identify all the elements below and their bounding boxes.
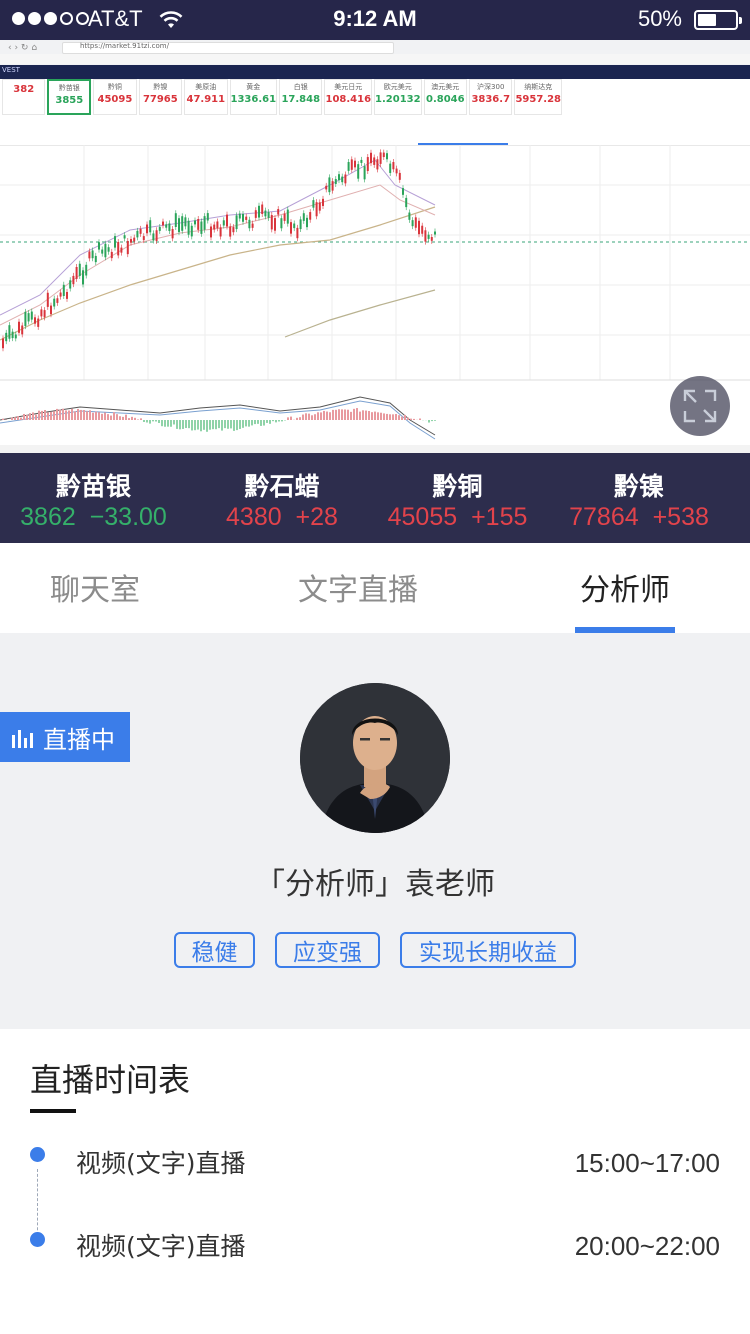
mini-quote-value: 3836.7 — [471, 94, 511, 105]
live-badge: 直播中 — [0, 712, 130, 762]
browser-url: https://market.91tzi.com/ — [80, 42, 169, 50]
tag-adaptable: 应变强 — [275, 932, 380, 968]
battery-percent: 50% — [637, 6, 682, 31]
mini-quote-name: 黄金 — [246, 83, 261, 91]
tab-chatroom[interactable]: 聊天室 — [45, 565, 145, 609]
browser-toolbar: ‹ › ↻ ⌂ https://market.91tzi.com/ — [0, 40, 750, 66]
ticker-price-line: 4380 +28 — [226, 503, 338, 531]
candlestick-chart — [0, 145, 750, 453]
schedule-row-label: 视频(文字)直播 — [76, 1149, 246, 1178]
timeline-connector — [37, 1169, 38, 1240]
mini-quote: 黔苗银 3855 — [47, 79, 92, 115]
broadcast-schedule: 直播时间表 视频(文字)直播 15:00~17:00 视频(文字)直播 20:0… — [0, 1029, 750, 1334]
schedule-title: 直播时间表 — [30, 1061, 191, 1099]
ticker-name: 黔苗银 — [55, 472, 131, 501]
mini-quote-value: 17.848 — [281, 94, 321, 105]
bar-chart-icon — [12, 730, 33, 748]
mini-quote-strip: 382 黔苗银 3855 黔铜 45095 黔镍 77965 美原油 47.911 黄金 1336.… — [0, 79, 562, 119]
mini-quote-value: 77965 — [142, 94, 178, 105]
mini-quote-name: 欧元美元 — [383, 83, 412, 91]
mini-quote-name: 白银 — [293, 83, 308, 91]
mini-quote-value: 45095 — [97, 94, 133, 105]
title-underline — [30, 1109, 76, 1113]
ticker-item[interactable]: 黔石蜡 4380 +28 — [187, 453, 377, 543]
tab-analyst[interactable]: 分析师 — [575, 565, 675, 609]
live-video-stream[interactable]: ‹ › ↻ ⌂ https://market.91tzi.com/ VEST 3… — [0, 40, 750, 453]
tag-stable: 稳健 — [174, 932, 255, 968]
mini-quote-name: 黔铜 — [107, 83, 122, 91]
schedule-row-time: 20:00~22:00 — [574, 1231, 720, 1261]
ticker-price-line: 77864 +538 — [569, 503, 709, 531]
mini-quote: 美元日元 108.416 — [324, 79, 373, 115]
status-bar: AT&T 9:12 AM 50% — [0, 0, 750, 40]
tab-bar: 聊天室 文字直播 分析师 — [0, 543, 750, 633]
price-ticker: 黔苗银 3862 −33.00 黔石蜡 4380 +28 黔铜 45055 +1… — [0, 453, 750, 543]
mini-quote-value: 108.416 — [325, 94, 372, 105]
mini-quote-name: 美原油 — [195, 83, 217, 91]
ticker-item[interactable]: 黔铜 45055 +155 — [365, 453, 550, 543]
mini-quote-name: 纳斯达克 — [524, 83, 553, 91]
mini-quote: 白银 17.848 — [279, 79, 323, 115]
avatar-photo — [300, 683, 450, 833]
fullscreen-button[interactable] — [670, 376, 730, 436]
analyst-profile: 直播中 「分析师」袁老师 稳健 应变强 实现长期收益 — [0, 633, 750, 1029]
mini-quote-name: 黔苗银 — [58, 84, 80, 92]
mini-quote-value: 382 — [13, 84, 35, 95]
ticker-price-line: 45055 +155 — [387, 503, 528, 531]
tag-long-term-returns: 实现长期收益 — [400, 932, 576, 968]
battery-icon — [694, 10, 742, 30]
analyst-avatar[interactable] — [300, 683, 450, 833]
ticker-item[interactable]: 黔镍 77864 +538 — [548, 453, 730, 543]
ticker-price-line: 3862 −33.00 — [20, 503, 167, 531]
mini-quote: 黄金 1336.61 — [229, 79, 278, 115]
mini-quote-value: 0.8046 — [426, 94, 465, 105]
mini-quote: 沪深300 3836.7 — [469, 79, 513, 115]
mini-quote: 美原油 47.911 — [184, 79, 228, 115]
mini-quote-name: 黔镍 — [153, 83, 168, 91]
mini-quote: 欧元美元 1.20132 — [374, 79, 422, 115]
browser-nav-icons: ‹ › ↻ ⌂ — [8, 43, 38, 53]
schedule-row-time: 15:00~17:00 — [574, 1148, 720, 1178]
analyst-name: 「分析师」袁老师 — [255, 867, 495, 902]
chart-period-tabs — [0, 131, 750, 146]
mini-quote-value: 1.20132 — [375, 94, 421, 105]
ticker-item[interactable]: 黔苗银 3862 −33.00 — [0, 453, 187, 543]
mini-quote-name: 澳元美元 — [431, 83, 460, 91]
mini-quote-value: 3855 — [55, 95, 84, 106]
mini-quote: 纳斯达克 5957.28 — [514, 79, 562, 115]
schedule-row-label: 视频(文字)直播 — [76, 1232, 246, 1261]
ticker-name: 黔铜 — [432, 472, 483, 501]
mini-quote: 澳元美元 0.8046 — [423, 79, 468, 115]
mini-quote-name: 美元日元 — [334, 83, 363, 91]
ticker-name: 黔镍 — [613, 472, 664, 501]
mini-quote-value: 1336.61 — [230, 94, 277, 105]
mini-quote: 黔铜 45095 — [93, 79, 137, 115]
ticker-name: 黔石蜡 — [244, 472, 320, 501]
site-header-bar: VEST — [0, 65, 750, 79]
mini-quote-value: 47.911 — [186, 94, 226, 105]
timeline-dot — [30, 1147, 45, 1162]
mini-quote: 382 — [2, 79, 46, 115]
mini-quote-name: 沪深300 — [477, 83, 505, 91]
mini-quote: 黔镍 77965 — [138, 79, 183, 115]
expand-icon — [683, 389, 717, 423]
tab-text-live[interactable]: 文字直播 — [296, 565, 420, 609]
live-badge-label: 直播中 — [43, 725, 115, 754]
mini-quote-value: 5957.28 — [515, 94, 561, 105]
timeline-dot — [30, 1232, 45, 1247]
